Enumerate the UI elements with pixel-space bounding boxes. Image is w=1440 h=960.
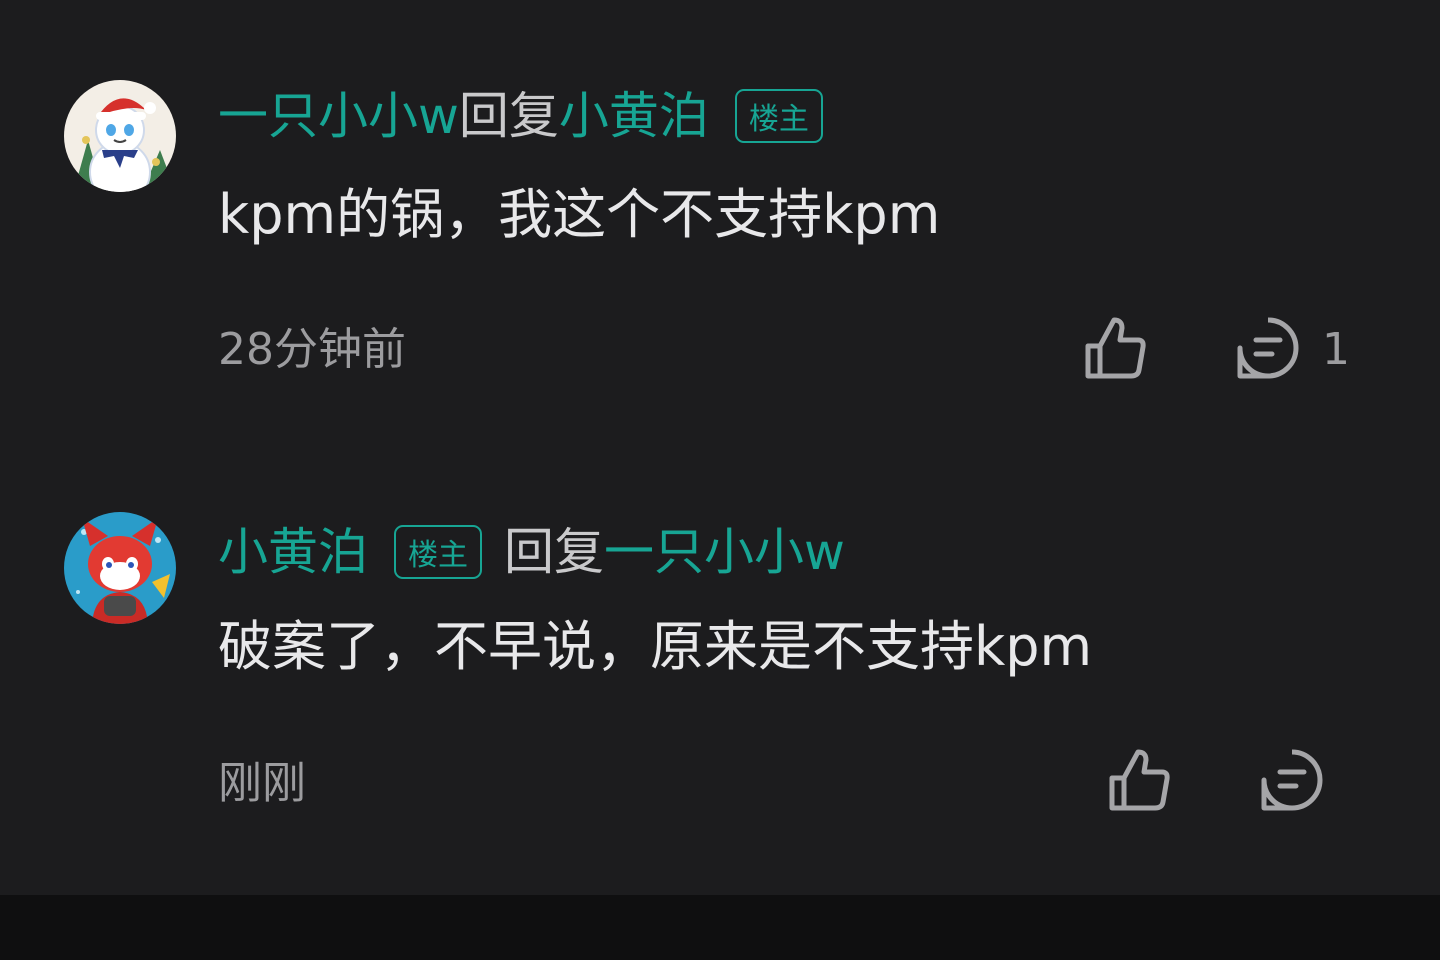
avatar[interactable]: [64, 80, 176, 192]
comment-text: 破案了，不早说，原来是不支持kpm: [218, 615, 1093, 678]
red-fox-avatar-icon: [64, 512, 176, 624]
op-badge: 楼主: [734, 89, 823, 143]
avatar[interactable]: [64, 512, 176, 624]
reply-button[interactable]: [1260, 748, 1324, 812]
reply-to-name[interactable]: 一只小小w: [604, 520, 845, 584]
bottom-bar: [0, 895, 1440, 960]
comment-header: 一只小小w 回复 小黄泊 楼主: [218, 84, 823, 148]
reply-label: 回复: [458, 87, 559, 145]
reply-count: 1: [1322, 324, 1350, 375]
comment-bubble-icon: [1237, 317, 1299, 379]
op-badge: 楼主: [394, 525, 482, 579]
comment-text: kpm的锅，我这个不支持kpm: [218, 183, 941, 246]
like-button[interactable]: [1108, 748, 1172, 812]
comment-time: 28分钟前: [218, 324, 406, 375]
author-name[interactable]: 一只小小w: [218, 84, 459, 148]
comment-thread: 一只小小w 回复 小黄泊 楼主 kpm的锅，我这个不支持kpm 28分钟前 1: [0, 0, 1440, 960]
comment-time: 刚刚: [218, 758, 306, 809]
snowman-avatar-icon: [64, 80, 176, 192]
thumbs-up-icon: [1085, 317, 1146, 379]
reply-to-name[interactable]: 小黄泊: [559, 84, 709, 148]
comment-header: 小黄泊 楼主 回复 一只小小w: [218, 520, 845, 584]
comment-bubble-icon: [1261, 749, 1323, 811]
author-name[interactable]: 小黄泊: [218, 520, 368, 584]
reply-label: 回复: [504, 523, 604, 581]
like-button[interactable]: [1084, 316, 1148, 380]
reply-button[interactable]: [1236, 316, 1300, 380]
thumbs-up-icon: [1109, 749, 1170, 811]
